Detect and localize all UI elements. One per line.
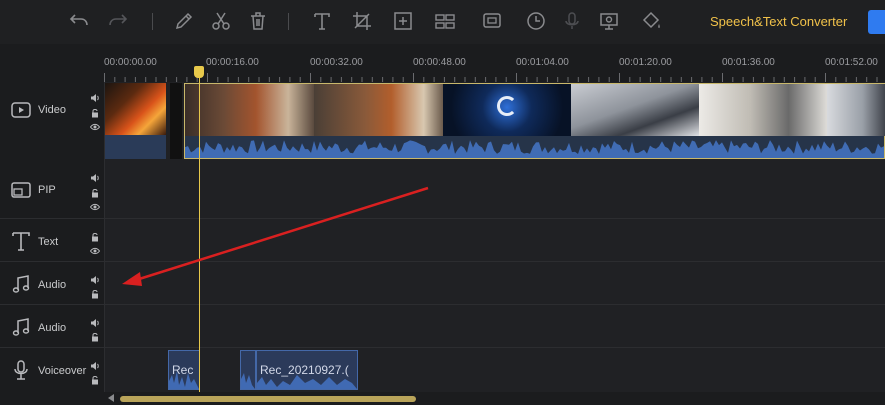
audio-track-2: Audio bbox=[0, 305, 885, 348]
video-thumbnail bbox=[827, 84, 885, 136]
playhead-handle[interactable] bbox=[194, 66, 204, 78]
eye-icon[interactable] bbox=[89, 199, 101, 211]
video-thumbnail bbox=[699, 84, 827, 136]
audio-track-1: Audio bbox=[0, 262, 885, 305]
text-lane[interactable] bbox=[104, 219, 885, 261]
timeline-horizontal-scrollbar[interactable] bbox=[104, 392, 885, 405]
voiceover-track: Rec Rec_20210927.( Voiceover bbox=[0, 348, 885, 392]
voiceover-lane[interactable]: Rec Rec_20210927.( bbox=[104, 348, 885, 392]
video-thumbnail bbox=[314, 84, 443, 136]
editor-toolbar: Speech&Text Converter bbox=[0, 0, 885, 44]
voiceover-clip[interactable] bbox=[240, 350, 256, 390]
timeline-ruler[interactable]: 00:00:00.00 00:00:16.00 00:00:32.00 00:0… bbox=[104, 44, 885, 82]
music-note-icon bbox=[12, 318, 30, 336]
toolbar-separator bbox=[152, 13, 153, 30]
track-header-audio-2: Audio bbox=[0, 305, 105, 347]
track-header-voiceover: Voiceover bbox=[0, 348, 105, 392]
pen-icon[interactable] bbox=[171, 8, 197, 34]
redo-icon[interactable] bbox=[105, 8, 131, 34]
track-label: Video bbox=[38, 104, 66, 116]
ruler-label: 00:01:20.00 bbox=[619, 57, 672, 68]
speaker-icon[interactable] bbox=[90, 358, 100, 370]
clock-icon[interactable] bbox=[523, 8, 549, 34]
track-label: PIP bbox=[38, 184, 56, 196]
text-track: Text bbox=[0, 219, 885, 262]
playhead-line bbox=[199, 70, 200, 392]
text-track-icon bbox=[12, 232, 30, 251]
undo-icon[interactable] bbox=[66, 8, 92, 34]
video-track: Video bbox=[0, 82, 885, 161]
ruler-label: 00:01:52.00 bbox=[825, 57, 878, 68]
scissors-icon[interactable] bbox=[208, 8, 234, 34]
ruler-label: 00:01:36.00 bbox=[722, 57, 775, 68]
lock-icon[interactable] bbox=[90, 286, 100, 299]
microphone-icon bbox=[14, 360, 28, 380]
pip-track-icon bbox=[11, 182, 31, 198]
track-label: Audio bbox=[38, 322, 67, 334]
scrollbar-thumb[interactable] bbox=[120, 396, 416, 402]
lock-icon[interactable] bbox=[90, 105, 100, 118]
video-thumbnail bbox=[571, 84, 699, 136]
voiceover-clip-label: Rec bbox=[172, 363, 194, 377]
voiceover-clip[interactable]: Rec_20210927.( bbox=[256, 350, 358, 390]
ruler-label: 00:00:00.00 bbox=[104, 57, 157, 68]
ruler-label: 00:00:16.00 bbox=[206, 57, 259, 68]
pip-track: PIP bbox=[0, 160, 885, 219]
track-label: Voiceover bbox=[38, 365, 87, 377]
eye-icon[interactable] bbox=[89, 119, 101, 131]
lock-icon[interactable] bbox=[90, 329, 100, 342]
video-lane[interactable] bbox=[104, 82, 885, 160]
voiceover-clip-label: Rec_20210927.( bbox=[260, 363, 349, 377]
crop-icon[interactable] bbox=[349, 8, 375, 34]
scroll-left-arrow-icon[interactable] bbox=[108, 394, 114, 402]
pip-icon[interactable] bbox=[479, 8, 505, 34]
track-header-audio-1: Audio bbox=[0, 262, 105, 304]
lock-icon[interactable] bbox=[90, 372, 100, 385]
track-header-pip: PIP bbox=[0, 160, 105, 218]
track-header-video: Video bbox=[0, 82, 105, 160]
audio-waveform bbox=[104, 135, 166, 159]
split-icon[interactable] bbox=[432, 8, 458, 34]
audio-lane-2[interactable] bbox=[104, 305, 885, 347]
ruler-label: 00:00:32.00 bbox=[310, 57, 363, 68]
speaker-icon[interactable] bbox=[90, 315, 100, 327]
video-clips[interactable] bbox=[104, 83, 885, 159]
export-button[interactable] bbox=[868, 10, 885, 34]
lock-icon[interactable] bbox=[90, 229, 100, 242]
video-thumbnail bbox=[104, 83, 166, 135]
video-thumbnail bbox=[443, 84, 571, 136]
ruler-label: 00:01:04.00 bbox=[516, 57, 569, 68]
video-track-icon bbox=[11, 102, 31, 118]
track-header-text: Text bbox=[0, 219, 105, 261]
eye-icon[interactable] bbox=[89, 243, 101, 255]
text-icon[interactable] bbox=[309, 8, 335, 34]
music-note-icon bbox=[12, 275, 30, 293]
speaker-icon[interactable] bbox=[90, 90, 100, 102]
video-thumbnail bbox=[185, 84, 314, 136]
screen-record-icon[interactable] bbox=[596, 8, 622, 34]
ruler-label: 00:00:48.00 bbox=[413, 57, 466, 68]
pip-lane[interactable] bbox=[104, 160, 885, 218]
paint-bucket-icon[interactable] bbox=[638, 8, 664, 34]
audio-waveform bbox=[185, 136, 884, 158]
toolbar-separator bbox=[288, 13, 289, 30]
clip-gap bbox=[170, 83, 182, 159]
voiceover-clip[interactable]: Rec bbox=[168, 350, 200, 390]
logo-icon bbox=[497, 96, 517, 116]
speaker-icon[interactable] bbox=[90, 170, 100, 182]
track-label: Text bbox=[38, 236, 59, 248]
speaker-icon[interactable] bbox=[90, 272, 100, 284]
fit-icon[interactable] bbox=[390, 8, 416, 34]
lock-icon[interactable] bbox=[90, 185, 100, 198]
track-label: Audio bbox=[38, 279, 67, 291]
audio-waveform bbox=[241, 373, 255, 389]
video-clip-main[interactable] bbox=[184, 83, 885, 159]
audio-lane-1[interactable] bbox=[104, 262, 885, 304]
speech-text-converter-button[interactable]: Speech&Text Converter bbox=[700, 11, 857, 33]
mic-icon bbox=[559, 8, 585, 34]
ruler-ticks bbox=[104, 73, 878, 82]
trash-icon[interactable] bbox=[245, 8, 271, 34]
